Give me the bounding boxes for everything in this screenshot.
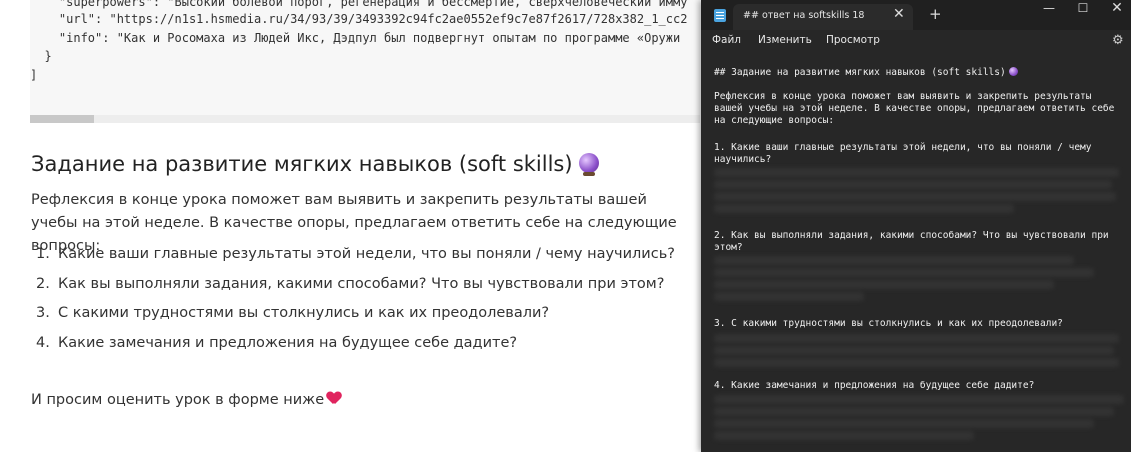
code-line: } xyxy=(30,49,52,63)
redacted-text xyxy=(714,358,1119,367)
redacted-text xyxy=(714,192,1116,201)
editor-line: 2. Как вы выполняли задания, какими спос… xyxy=(714,230,1109,241)
redacted-text xyxy=(714,256,1074,265)
list-item: 1. Какие ваши главные результаты этой нед… xyxy=(36,240,675,270)
editor-line: 4. Какие замечания и предложения на буду… xyxy=(714,380,1035,391)
section-title: Задание на развитие мягких навыков (soft… xyxy=(31,152,599,176)
redacted-text xyxy=(714,204,1014,213)
menu-bar: Файл Изменить Просмотр ⚙ xyxy=(701,30,1131,52)
crystal-ball-icon xyxy=(1008,67,1018,76)
notepad-app-icon xyxy=(714,9,726,22)
editor-line: ## Задание на развитие мягких навыков (s… xyxy=(714,67,1018,79)
list-text: Какие замечания и предложения на будущее… xyxy=(58,334,518,351)
code-line: "info": "Как и Росомаха из Людей Икс, Дэ… xyxy=(30,31,681,45)
list-text: Какие ваши главные результаты этой недел… xyxy=(58,246,675,262)
list-item: 3. С какими трудностями вы столкнулись и … xyxy=(36,299,675,329)
list-number: 3. xyxy=(36,305,50,321)
heart-icon xyxy=(327,392,341,405)
list-number: 4. xyxy=(36,334,50,351)
code-line: "superpowers": "Высокий болевой порог, р… xyxy=(30,0,688,9)
menu-view[interactable]: Просмотр xyxy=(826,34,880,46)
final-note-text: И просим оценить урок в форме ниже xyxy=(31,392,325,408)
redacted-text xyxy=(714,431,974,440)
maximize-button[interactable]: ☐ xyxy=(1065,0,1101,24)
list-text: С какими трудностями вы столкнулись и ка… xyxy=(58,305,550,321)
gear-icon[interactable]: ⚙ xyxy=(1112,33,1124,48)
scrollbar-thumb[interactable] xyxy=(30,115,94,123)
tab-document[interactable]: ## ответ на softskills 18 ✕ xyxy=(733,4,913,30)
tab-close-icon[interactable]: ✕ xyxy=(893,6,905,22)
editor-line: вашей учебы на этой неделе. В качестве о… xyxy=(714,103,1115,114)
editor-line: этом? xyxy=(714,242,743,253)
menu-edit[interactable]: Изменить xyxy=(758,34,812,46)
code-line: "url": "https://n1s1.hsmedia.ru/34/93/39… xyxy=(30,12,688,26)
menu-file[interactable]: Файл xyxy=(712,34,741,46)
redacted-text xyxy=(714,346,1114,355)
list-item: 4. Какие замечания и предложения на будущ… xyxy=(36,329,675,359)
notepad-window: ## ответ на softskills 18 ✕ + — ☐ ✕ Файл… xyxy=(701,0,1131,452)
text-editor[interactable]: ## Задание на развитие мягких навыков (s… xyxy=(701,54,1131,452)
new-tab-button[interactable]: + xyxy=(929,5,942,23)
close-window-button[interactable]: ✕ xyxy=(1099,0,1131,24)
list-text: Как вы выполняли задания, какими способа… xyxy=(58,275,665,292)
editor-line: 1. Какие ваши главные результаты этой не… xyxy=(714,142,1092,153)
redacted-text xyxy=(714,292,864,301)
editor-heading: ## Задание на развитие мягких навыков (s… xyxy=(714,67,1006,78)
redacted-text xyxy=(714,407,1114,416)
editor-line: научились? xyxy=(714,154,772,165)
redacted-text xyxy=(714,280,1054,289)
redacted-text xyxy=(714,268,1094,277)
redacted-text xyxy=(714,419,1094,428)
list-item: 2. Как вы выполняли задания, какими спосо… xyxy=(36,270,675,300)
redacted-text xyxy=(714,168,1119,177)
list-number: 1. xyxy=(36,246,50,262)
final-note: И просим оценить урок в форме ниже xyxy=(31,392,341,408)
editor-line: 3. С какими трудностями вы столкнулись и… xyxy=(714,318,1063,329)
tab-title: ## ответ на softskills 18 xyxy=(743,10,865,21)
crystal-ball-icon xyxy=(578,153,599,176)
horizontal-scrollbar[interactable] xyxy=(30,115,700,123)
editor-line: Рефлексия в конце урока поможет вам выяв… xyxy=(714,91,1092,102)
editor-line: на следующие вопросы: xyxy=(714,115,835,126)
section-title-text: Задание на развитие мягких навыков (soft… xyxy=(31,152,573,176)
questions-list: 1. Какие ваши главные результаты этой нед… xyxy=(36,240,675,358)
redacted-text xyxy=(714,334,1119,343)
code-line: ] xyxy=(30,68,38,82)
redacted-text xyxy=(714,180,1112,189)
list-number: 2. xyxy=(36,275,50,292)
title-bar[interactable]: ## ответ на softskills 18 ✕ + — ☐ ✕ xyxy=(701,0,1131,30)
redacted-text xyxy=(714,395,1124,404)
notebook-page: "superpowers": "Высокий болевой порог, р… xyxy=(0,0,700,452)
minimize-button[interactable]: — xyxy=(1031,0,1067,24)
json-code-block: "superpowers": "Высокий болевой порог, р… xyxy=(30,0,700,115)
